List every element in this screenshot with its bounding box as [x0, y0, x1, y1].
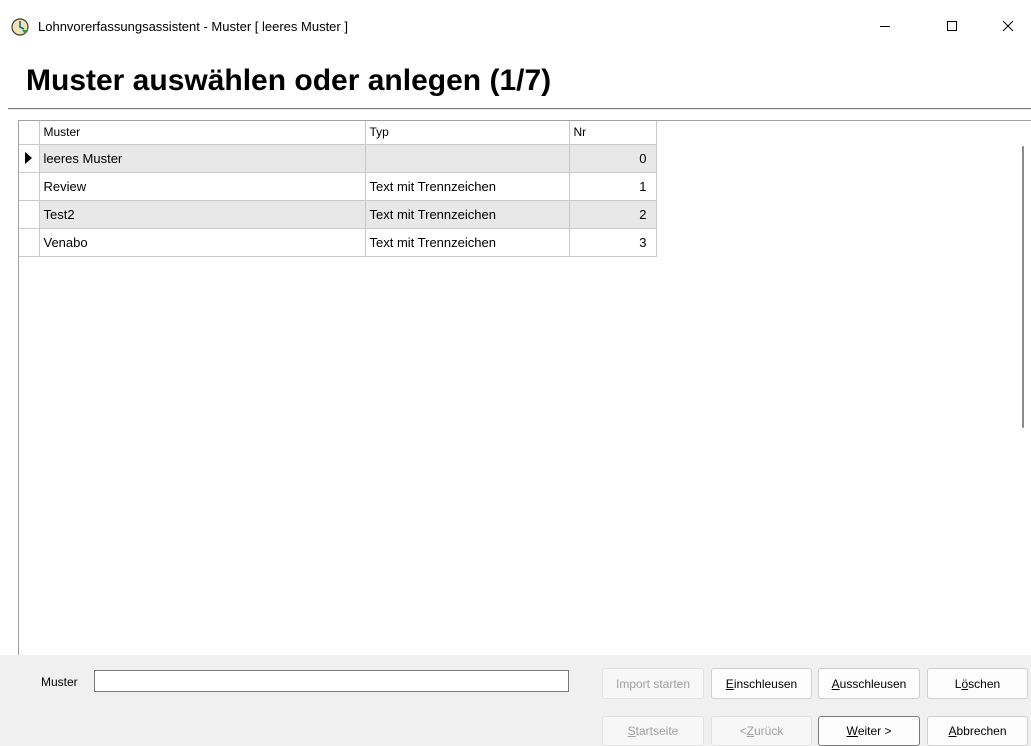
zurueck-label: urück: [754, 724, 784, 738]
table-row[interactable]: Test2 Text mit Trennzeichen 2: [19, 200, 657, 229]
scrollbar-thumb[interactable]: [1022, 146, 1024, 428]
ausschleusen-button[interactable]: Ausschleusen: [818, 668, 920, 699]
muster-name-input[interactable]: [94, 670, 569, 692]
column-header-nr[interactable]: Nr: [569, 121, 657, 145]
loeschen-button[interactable]: Lö schen: [927, 668, 1028, 699]
zurueck-accesskey: Z: [746, 724, 754, 738]
muster-label: Muster: [41, 675, 78, 689]
weiter-accesskey: W: [846, 724, 858, 738]
startseite-accesskey: S: [627, 724, 636, 738]
cell-typ[interactable]: [365, 144, 570, 173]
weiter-button[interactable]: Weiter >: [818, 716, 920, 746]
column-header-muster[interactable]: Muster: [39, 121, 366, 145]
einschleusen-button[interactable]: Einschleusen: [711, 668, 812, 699]
muster-grid[interactable]: Muster Typ Nr leeres Muster 0 Review Tex…: [18, 120, 1031, 655]
ausschleusen-accesskey: A: [831, 676, 840, 691]
cell-typ[interactable]: Text mit Trennzeichen: [365, 172, 570, 201]
close-icon: [1002, 20, 1014, 32]
loeschen-label-pre: L: [954, 676, 962, 691]
vertical-scrollbar[interactable]: [1015, 121, 1031, 655]
loeschen-accesskey: ö: [961, 676, 969, 691]
einschleusen-accesskey: E: [725, 676, 734, 691]
maximize-button[interactable]: [929, 0, 975, 52]
column-header-typ[interactable]: Typ: [365, 121, 570, 145]
cell-muster[interactable]: Venabo: [39, 228, 366, 257]
row-header[interactable]: [19, 172, 40, 201]
cell-typ[interactable]: Text mit Trennzeichen: [365, 200, 570, 229]
cell-muster[interactable]: Test2: [39, 200, 366, 229]
cell-typ[interactable]: Text mit Trennzeichen: [365, 228, 570, 257]
abbrechen-accesskey: A: [948, 724, 957, 738]
table-row[interactable]: Venabo Text mit Trennzeichen 3: [19, 228, 657, 257]
table-row[interactable]: Review Text mit Trennzeichen 1: [19, 172, 657, 201]
window-title: Lohnvorerfassungsassistent - Muster [ le…: [38, 19, 348, 34]
loeschen-label: schen: [968, 676, 1001, 691]
weiter-label: eiter >: [857, 724, 892, 738]
page-title: Muster auswählen oder anlegen (1/7): [26, 64, 552, 97]
cell-nr[interactable]: 3: [569, 228, 657, 257]
row-header[interactable]: [19, 200, 40, 229]
einschleusen-label: inschleusen: [733, 676, 798, 691]
row-header[interactable]: [19, 144, 40, 173]
title-bar: Lohnvorerfassungsassistent - Muster [ le…: [0, 0, 1031, 52]
table-header-row: Muster Typ Nr: [19, 121, 657, 145]
cell-nr[interactable]: 2: [569, 200, 657, 229]
import-starten-button[interactable]: Import starten: [602, 668, 704, 699]
muster-table: Muster Typ Nr leeres Muster 0 Review Tex…: [19, 121, 657, 257]
cell-nr[interactable]: 1: [569, 172, 657, 201]
zurueck-button[interactable]: < Zurück: [711, 716, 812, 746]
cell-muster[interactable]: leeres Muster: [39, 144, 366, 173]
cell-muster[interactable]: Review: [39, 172, 366, 201]
abbrechen-button[interactable]: Abbrechen: [927, 716, 1028, 746]
minimize-icon: [880, 26, 890, 27]
maximize-icon: [947, 21, 957, 31]
current-row-arrow-icon: [25, 152, 32, 164]
header-divider-shadow: [8, 109, 1031, 110]
startseite-button[interactable]: Startseite: [602, 716, 704, 746]
abbrechen-label: bbrechen: [956, 724, 1007, 738]
clock-arrow-icon: [11, 18, 29, 36]
row-header-corner: [19, 121, 40, 145]
minimize-button[interactable]: [862, 0, 908, 52]
row-header[interactable]: [19, 228, 40, 257]
startseite-label: tartseite: [635, 724, 679, 738]
cell-nr[interactable]: 0: [569, 144, 657, 173]
ausschleusen-label: usschleusen: [839, 676, 907, 691]
import-starten-label: Import starten: [615, 676, 691, 691]
zurueck-label-pre: <: [739, 724, 747, 738]
table-row[interactable]: leeres Muster 0: [19, 144, 657, 173]
close-button[interactable]: [985, 0, 1031, 52]
